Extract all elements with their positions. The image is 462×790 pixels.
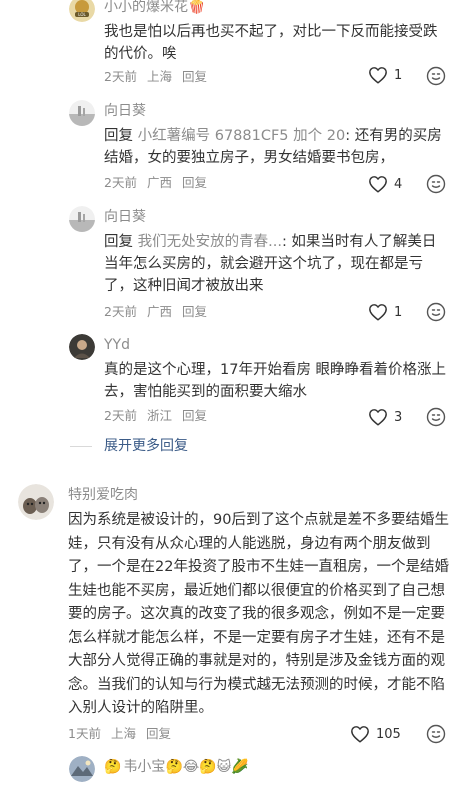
reply-time: 2天前 xyxy=(104,408,137,423)
like-button[interactable]: 4 xyxy=(368,175,402,193)
avatar[interactable] xyxy=(69,206,95,232)
reply-button[interactable]: 回复 xyxy=(182,304,207,319)
emoji-reaction-button[interactable] xyxy=(426,724,446,744)
smiley-face-icon xyxy=(426,302,446,322)
avatar[interactable] xyxy=(18,484,54,520)
reply-prefix: 回复 xyxy=(104,234,133,250)
avatar[interactable] xyxy=(69,100,95,126)
heart-outline-icon xyxy=(351,726,369,743)
mention-user[interactable]: 我们无处安放的青春... xyxy=(138,234,282,250)
reply-button[interactable]: 回复 xyxy=(146,726,171,741)
reply-meta: 2天前 上海 回复 xyxy=(104,68,207,86)
username[interactable]: 向日葵 xyxy=(104,100,450,122)
mention-user[interactable]: 小红薯编号 67881CF5 加个 20 xyxy=(138,128,346,144)
reply-prefix: 回复 xyxy=(104,128,133,144)
prefix-emoji: 🤔 xyxy=(104,759,122,775)
reply-time: 2天前 xyxy=(104,175,137,190)
like-button[interactable]: 1 xyxy=(368,303,402,321)
reply-time: 2天前 xyxy=(104,304,137,319)
emoji-reaction-button[interactable] xyxy=(426,66,446,86)
username[interactable]: 小小的爆米花🍿 xyxy=(104,0,450,18)
reply-meta: 2天前 广西 回复 xyxy=(104,303,207,321)
name-emojis: 🤔😂🤔😺🌽 xyxy=(165,759,249,775)
like-count: 1 xyxy=(394,67,403,83)
comment-text[interactable]: 因为系统是被设计的，90后到了这个点就是差不多要结婚生娃，只有没有从众心理的人能… xyxy=(68,509,450,721)
reply-meta: 2天前 广西 回复 xyxy=(104,174,207,192)
heart-outline-icon xyxy=(369,304,387,321)
emoji-reaction-button[interactable] xyxy=(426,174,446,194)
divider xyxy=(70,445,92,447)
smiley-face-icon xyxy=(426,174,446,194)
reply-location: 上海 xyxy=(146,69,172,84)
reply-location: 广西 xyxy=(146,175,172,190)
like-count: 3 xyxy=(394,409,403,425)
svg-text:LOL: LOL xyxy=(78,12,86,17)
reply-location: 广西 xyxy=(146,304,172,319)
avatar[interactable] xyxy=(69,756,95,782)
like-count: 4 xyxy=(394,176,403,192)
reply-location: 浙江 xyxy=(146,408,172,423)
username[interactable]: YYd xyxy=(104,334,450,356)
reply-button[interactable]: 回复 xyxy=(182,175,207,190)
reply-text[interactable]: 回复 我们无处安放的青春...: 如果当时有人了解美日当年怎么买房的，就会避开这… xyxy=(104,231,450,297)
avatar[interactable] xyxy=(69,334,95,360)
heart-outline-icon xyxy=(369,176,387,193)
like-count: 1 xyxy=(394,304,403,320)
reply-text[interactable]: 真的是这个心理，17年开始看房 眼睁睁看着价格涨上去，害怕能买到的面积要大缩水 xyxy=(104,359,450,403)
emoji-reaction-button[interactable] xyxy=(426,302,446,322)
reply-text[interactable]: 回复 小红薯编号 67881CF5 加个 20: 还有男的买房结婚，女的要独立房… xyxy=(104,125,450,169)
expand-more-label: 展开更多回复 xyxy=(104,438,188,454)
like-button[interactable]: 105 xyxy=(350,725,401,743)
reply-text[interactable]: 我也是怕以后再也买不起了，对比一下反而能接受跌的代价。唉 xyxy=(104,21,450,65)
comment-time: 1天前 xyxy=(68,726,101,741)
heart-outline-icon xyxy=(369,67,387,84)
username[interactable]: 向日葵 xyxy=(104,206,450,228)
like-button[interactable]: 3 xyxy=(368,408,402,426)
smiley-face-icon xyxy=(426,66,446,86)
reply-button[interactable]: 回复 xyxy=(182,408,207,423)
reply-time: 2天前 xyxy=(104,69,137,84)
comment-meta: 1天前 上海 回复 xyxy=(68,725,171,743)
smiley-face-icon xyxy=(426,724,446,744)
reply-button[interactable]: 回复 xyxy=(182,69,207,84)
avatar[interactable]: LOL xyxy=(69,0,95,22)
emoji-reaction-button[interactable] xyxy=(426,407,446,427)
comment-location: 上海 xyxy=(110,726,136,741)
reply-meta: 2天前 浙江 回复 xyxy=(104,407,207,425)
like-count: 105 xyxy=(376,726,401,742)
username[interactable]: 特别爱吃肉 xyxy=(68,484,450,506)
expand-more-replies[interactable]: 展开更多回复 xyxy=(70,436,188,456)
smiley-face-icon xyxy=(426,407,446,427)
like-button[interactable]: 1 xyxy=(368,66,402,84)
username[interactable]: 🤔 韦小宝🤔😂🤔😺🌽 xyxy=(104,756,450,778)
heart-outline-icon xyxy=(369,409,387,426)
popcorn-emoji: 🍿 xyxy=(188,0,206,15)
